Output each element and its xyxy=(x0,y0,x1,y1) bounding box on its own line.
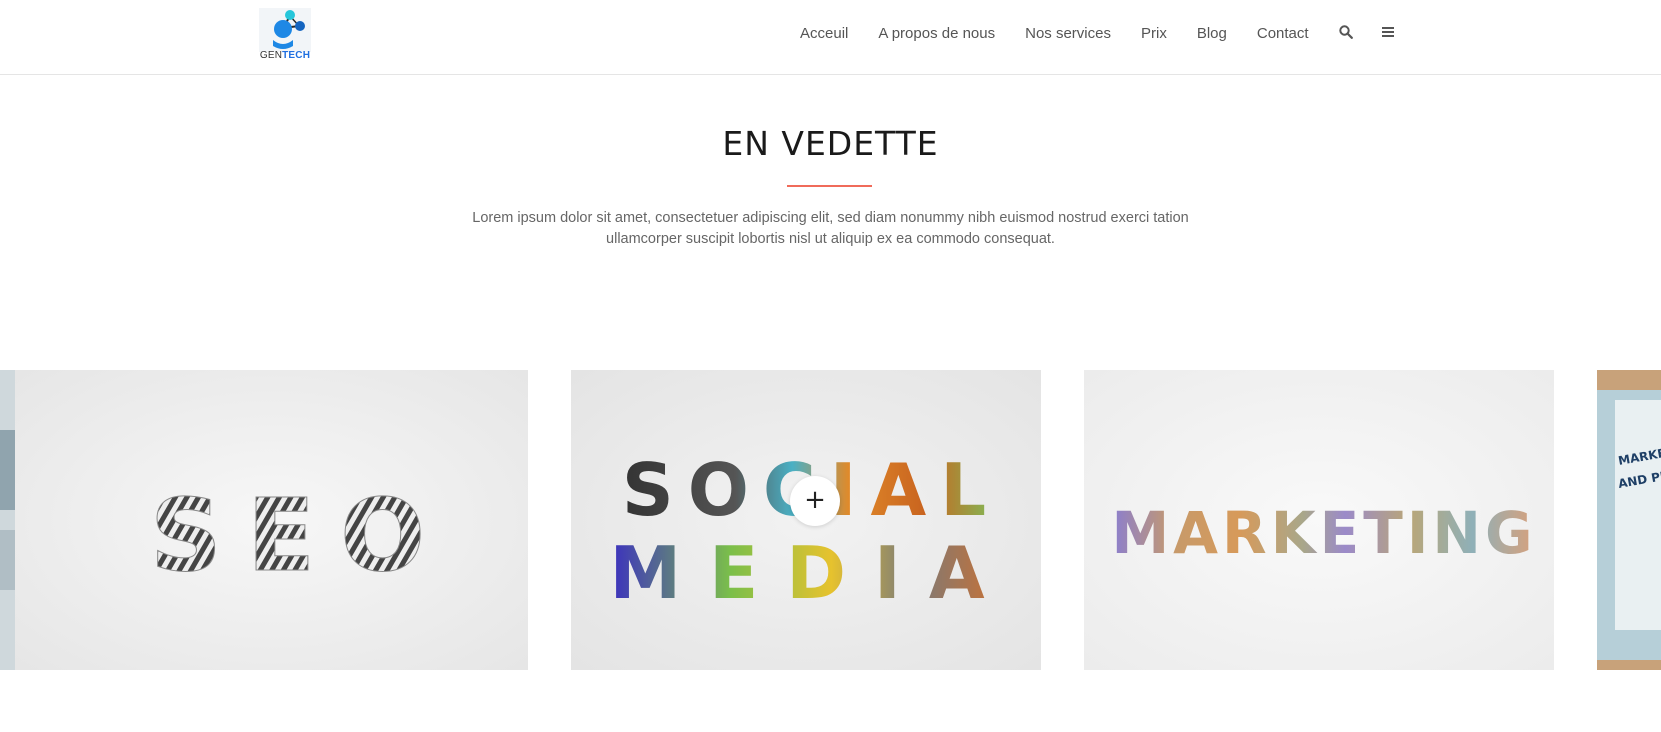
section-description: Lorem ipsum dolor sit amet, consectetuer… xyxy=(400,208,1261,250)
nav-item-acceuil[interactable]: Acceuil xyxy=(800,24,848,44)
brand-logo-text: GENTECH xyxy=(259,50,311,61)
portfolio-card-seo[interactable]: SEO xyxy=(15,370,528,670)
logo-graphic-icon xyxy=(259,8,311,52)
nav-item-services[interactable]: Nos services xyxy=(1025,24,1111,44)
nav-item-prix[interactable]: Prix xyxy=(1141,24,1167,44)
portfolio-card-marketing[interactable]: MARKETING xyxy=(1084,370,1554,670)
nav-item-a-propos[interactable]: A propos de nous xyxy=(878,24,995,44)
media-letters: MEDIA xyxy=(609,531,1012,615)
brand-gen-text: GEN xyxy=(259,50,283,61)
search-icon[interactable] xyxy=(1338,24,1353,44)
description-line-1: Lorem ipsum dolor sit amet, consectetuer… xyxy=(472,210,1189,226)
title-underline xyxy=(787,185,872,187)
brand-tech-text: TECH xyxy=(282,50,311,61)
portfolio-card-partial-left[interactable] xyxy=(0,370,15,670)
main-menu: Acceuil A propos de nous Nos services Pr… xyxy=(800,24,1395,44)
section-title: EN VEDETTE xyxy=(722,124,939,163)
seo-letters: SEO xyxy=(150,477,450,594)
card-expand-plus-button[interactable]: + xyxy=(790,476,840,526)
menu-icon[interactable] xyxy=(1381,25,1395,43)
partial-right-image: MARKETING AND PRICING xyxy=(1597,370,1661,670)
description-line-2: ullamcorper suscipit lobortis nisl ut al… xyxy=(606,231,1055,247)
seo-image: SEO xyxy=(15,370,528,670)
partial-left-image xyxy=(0,370,15,670)
nav-item-contact[interactable]: Contact xyxy=(1257,24,1309,44)
portfolio-card-partial-right[interactable]: MARKETING AND PRICING xyxy=(1597,370,1661,670)
marketing-image: MARKETING xyxy=(1084,370,1554,670)
nav-item-blog[interactable]: Blog xyxy=(1197,24,1227,44)
navbar: GENTECH Acceuil A propos de nous Nos ser… xyxy=(0,0,1661,75)
marketing-letters: MARKETING xyxy=(1111,499,1536,567)
brand-logo[interactable]: GENTECH xyxy=(259,8,311,62)
